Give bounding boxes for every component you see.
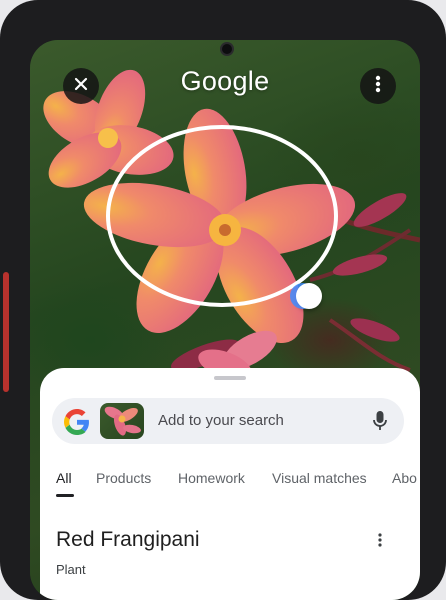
tab-all[interactable]: All [56, 470, 72, 486]
google-g-icon [64, 409, 90, 440]
search-image-thumbnail[interactable] [100, 403, 144, 439]
search-input[interactable]: Add to your search [158, 412, 284, 429]
result-subtitle: Plant [56, 562, 86, 577]
selection-circle[interactable] [106, 125, 338, 307]
active-tab-indicator [56, 494, 74, 497]
more-options-button[interactable] [360, 68, 396, 104]
result-tabs: All Products Homework Visual matches Abo [40, 470, 420, 500]
search-bar[interactable]: Add to your search [52, 398, 404, 444]
side-button [3, 272, 9, 392]
tab-homework[interactable]: Homework [178, 470, 245, 486]
more-vert-icon [378, 532, 382, 552]
selection-drag-handle[interactable] [296, 283, 322, 309]
results-sheet: Add to your search All Products Homework… [40, 368, 420, 600]
tab-products[interactable]: Products [96, 470, 151, 486]
tab-about[interactable]: Abo [392, 470, 417, 486]
mic-icon[interactable] [372, 410, 388, 437]
tab-visual-matches[interactable]: Visual matches [272, 470, 367, 486]
phone-screen: Google Add to your search All Products H… [30, 40, 420, 600]
result-more-button[interactable] [370, 532, 390, 552]
sheet-drag-handle[interactable] [214, 376, 246, 380]
more-vert-icon [375, 75, 381, 98]
result-title: Red Frangipani [56, 528, 200, 551]
phone-frame: Google Add to your search All Products H… [0, 0, 446, 600]
front-camera [222, 44, 232, 54]
